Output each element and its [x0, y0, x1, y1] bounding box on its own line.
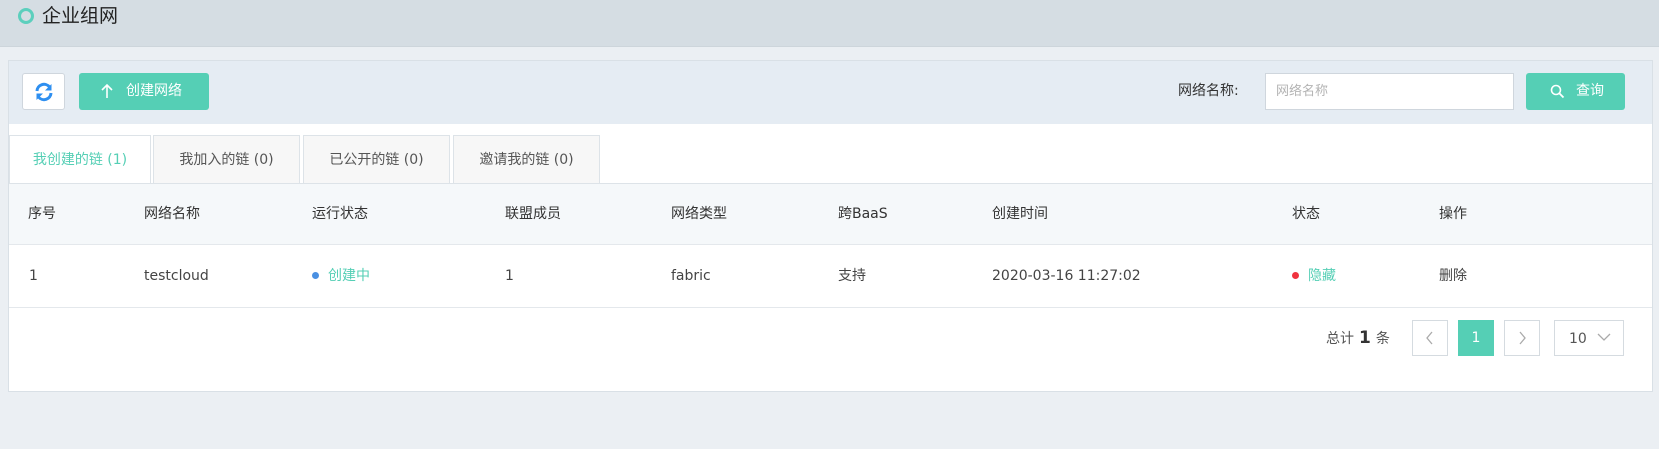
row-cross-baas: 支持: [838, 268, 866, 284]
row-network-type: fabric: [671, 268, 711, 284]
table-header: 序号 网络名称 运行状态 联盟成员 网络类型 跨BaaS 创建时间 状态 操作: [9, 184, 1652, 245]
delete-link[interactable]: 删除: [1439, 245, 1467, 307]
page-header: 企业组网: [0, 0, 1659, 47]
col-index: 序号: [28, 206, 56, 222]
col-run-status: 运行状态: [312, 206, 368, 222]
hidden-status-dot: [1292, 271, 1299, 279]
next-page-button[interactable]: [1504, 320, 1540, 356]
create-network-label: 创建网络: [126, 83, 182, 99]
total-prefix: 总计: [1326, 331, 1354, 347]
row-members: 1: [505, 268, 514, 284]
search-label: 网络名称:: [1178, 83, 1239, 99]
total-count: 总计 1 条: [1326, 318, 1390, 359]
col-status: 状态: [1292, 206, 1320, 222]
page-1-button[interactable]: 1: [1458, 320, 1494, 356]
hide-toggle-link[interactable]: 隐藏: [1308, 268, 1336, 284]
row-network-name: testcloud: [144, 268, 209, 284]
page-title: 企业组网: [42, 5, 119, 27]
page-size-select[interactable]: 10: [1554, 320, 1624, 356]
main-panel: 创建网络 网络名称: 查询 我创建的链 (1) 我加入的链 (0) 已公开的链 …: [8, 60, 1653, 392]
tab-joined-chains[interactable]: 我加入的链 (0): [153, 135, 300, 183]
total-suffix: 条: [1375, 331, 1390, 347]
col-cross-baas: 跨BaaS: [838, 206, 888, 222]
chevron-down-icon: [1597, 333, 1611, 341]
arrow-up-icon: [101, 83, 113, 98]
create-network-button[interactable]: 创建网络: [79, 73, 209, 110]
col-members: 联盟成员: [505, 206, 561, 222]
refresh-icon: [35, 82, 53, 102]
query-label: 查询: [1576, 83, 1604, 99]
circle-icon: [18, 8, 34, 24]
table-row: 1 testcloud 创建中 1 fabric 支持 2020-03-16 1…: [9, 245, 1652, 308]
tab-public-chains[interactable]: 已公开的链 (0): [303, 135, 450, 183]
row-created-time: 2020-03-16 11:27:02: [992, 268, 1141, 284]
toolbar: 创建网络 网络名称: 查询: [9, 61, 1652, 124]
chevron-right-icon: [1519, 331, 1526, 345]
search-icon: [1550, 84, 1565, 99]
page-size-value: 10: [1569, 331, 1587, 347]
tab-invited-chains[interactable]: 邀请我的链 (0): [453, 135, 600, 183]
network-name-input[interactable]: [1265, 73, 1514, 110]
prev-page-button[interactable]: [1412, 320, 1448, 356]
row-index: 1: [29, 268, 38, 284]
tab-created-chains[interactable]: 我创建的链 (1): [9, 135, 151, 185]
query-button[interactable]: 查询: [1526, 73, 1625, 110]
pagination: 总计 1 条 1 10: [9, 318, 1652, 358]
col-created-time: 创建时间: [992, 206, 1048, 222]
col-actions: 操作: [1439, 206, 1467, 222]
col-network-name: 网络名称: [144, 206, 200, 222]
refresh-button[interactable]: [22, 73, 65, 110]
row-status: 隐藏: [1292, 245, 1336, 307]
row-run-status: 创建中: [312, 245, 370, 307]
total-number: 1: [1359, 328, 1371, 348]
run-status-text: 创建中: [328, 268, 370, 284]
running-status-dot: [312, 271, 319, 279]
chevron-left-icon: [1426, 331, 1433, 345]
col-network-type: 网络类型: [671, 206, 727, 222]
